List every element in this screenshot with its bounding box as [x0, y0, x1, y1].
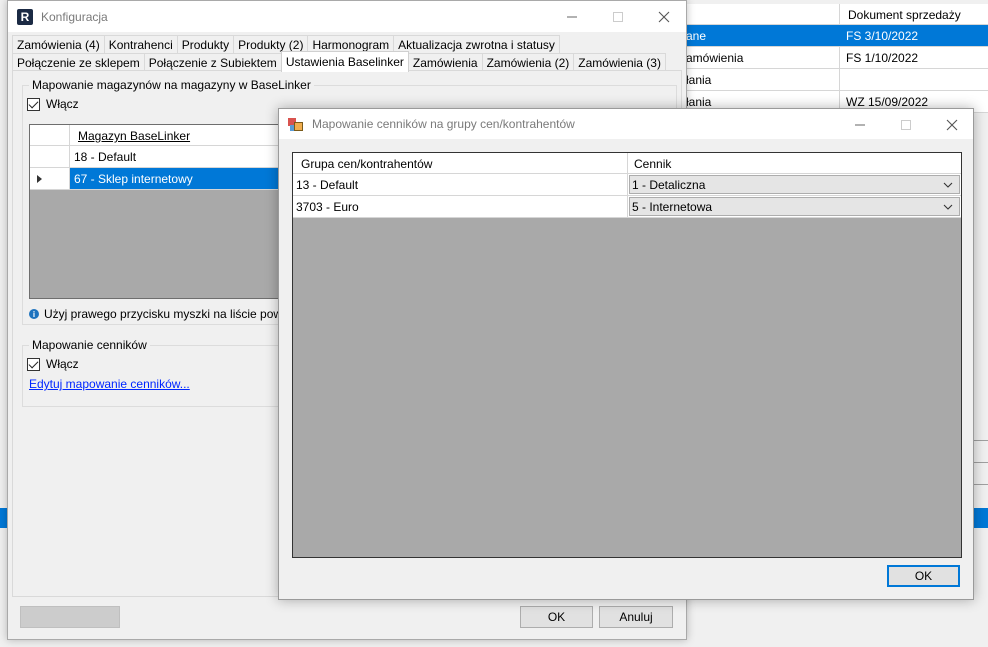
tab-produkty[interactable]: Produkty [176, 35, 235, 53]
ok-button[interactable]: OK [520, 606, 593, 628]
minimize-icon [567, 16, 577, 17]
warehouse-mapping-legend: Mapowanie magazynów na magazyny w BaseLi… [29, 78, 314, 92]
price-dialog-title: Mapowanie cenników na grupy cen/kontrahe… [312, 117, 575, 131]
tabs-row-2: Połączenie ze sklepem Połączenie z Subie… [12, 51, 666, 72]
warehouse-enable-label: Włącz [46, 97, 79, 111]
price-dialog-titlebar[interactable]: Mapowanie cenników na grupy cen/kontrahe… [279, 109, 973, 139]
config-titlebar[interactable]: R Konfiguracja [8, 1, 686, 32]
edit-price-mapping-link[interactable]: Edytuj mapowanie cenników... [29, 377, 190, 391]
table-row[interactable]: ane FS 3/10/2022 [676, 25, 988, 47]
tab-zamowienia-2[interactable]: Zamówienia (2) [481, 53, 575, 71]
maximize-button[interactable] [883, 109, 929, 140]
app-logo-icon: R [17, 8, 33, 25]
price-grid-header: Grupa cen/kontrahentów Cennik [293, 153, 961, 174]
price-enable-label: Włącz [46, 357, 79, 371]
row-header[interactable] [30, 168, 70, 189]
pricelist-combobox[interactable]: 5 - Internetowa [629, 197, 960, 216]
price-group-cell[interactable]: 3703 - Euro [293, 196, 628, 217]
chevron-down-icon [943, 182, 953, 188]
price-group-cell[interactable]: 13 - Default [293, 174, 628, 195]
minimize-icon [855, 124, 865, 125]
chevron-down-icon [943, 204, 953, 210]
pricelist-combobox-value: 5 - Internetowa [632, 199, 713, 214]
minimize-button[interactable] [837, 109, 883, 140]
row-header-corner [30, 125, 70, 145]
close-button[interactable] [929, 109, 975, 140]
maximize-button[interactable] [595, 1, 641, 32]
row-header[interactable] [30, 146, 70, 167]
price-mapping-grid[interactable]: Grupa cen/kontrahentów Cennik 13 - Defau… [292, 152, 962, 558]
warehouse-enable-checkbox[interactable]: Włącz [27, 97, 79, 111]
background-header-cell [676, 4, 840, 24]
table-row[interactable]: łania [676, 69, 988, 91]
column-header-magazyn[interactable]: Magazyn BaseLinker [70, 125, 190, 145]
tab-kontrahenci[interactable]: Kontrahenci [103, 35, 178, 53]
table-row[interactable]: amówienia FS 1/10/2022 [676, 47, 988, 69]
cancel-button[interactable]: Anuluj [599, 606, 673, 628]
pricelist-combobox-value: 1 - Detaliczna [632, 177, 706, 192]
tab-polaczenie-ze-sklepem[interactable]: Połączenie ze sklepem [12, 53, 145, 71]
table-row[interactable]: 3703 - Euro 5 - Internetowa [293, 196, 961, 218]
maximize-icon [901, 119, 911, 130]
background-document-cell: FS 3/10/2022 [846, 29, 919, 43]
close-icon [946, 119, 958, 130]
background-header-document[interactable]: Dokument sprzedaży [840, 4, 988, 24]
tab-polaczenie-z-subiektem[interactable]: Połączenie z Subiektem [143, 53, 282, 71]
background-orders-grid: Dokument sprzedaży ane FS 3/10/2022 amów… [676, 4, 988, 113]
tab-ustawienia-baselinker[interactable]: Ustawienia Baselinker [280, 51, 409, 72]
tab-zamowienia-3[interactable]: Zamówienia (3) [573, 53, 666, 71]
price-mapping-legend: Mapowanie cenników [29, 338, 150, 352]
price-mapping-dialog: Mapowanie cenników na grupy cen/kontrahe… [278, 108, 974, 600]
price-enable-checkbox[interactable]: Włącz [27, 357, 79, 371]
checkbox-checked-icon[interactable] [27, 97, 40, 111]
disabled-button [20, 606, 120, 628]
maximize-icon [613, 11, 623, 22]
tab-aktualizacja-zwrotna[interactable]: Aktualizacja zwrotna i statusy [393, 35, 560, 53]
close-icon [658, 11, 670, 22]
checkbox-checked-icon[interactable] [27, 357, 40, 371]
dialog-ok-button[interactable]: OK [887, 565, 960, 587]
tab-zamowienia-4[interactable]: Zamówienia (4) [12, 35, 105, 53]
info-icon: i [29, 309, 39, 319]
background-status-cell: ane [676, 25, 840, 46]
dialog-app-icon [288, 116, 304, 132]
minimize-button[interactable] [549, 1, 595, 32]
background-document-cell [840, 69, 988, 90]
background-document-cell: FS 1/10/2022 [846, 51, 919, 65]
column-header-grupa[interactable]: Grupa cen/kontrahentów [293, 153, 628, 173]
tab-zamowienia[interactable]: Zamówienia [407, 53, 483, 71]
column-header-cennik[interactable]: Cennik [628, 153, 961, 173]
warehouse-info-hint: i Użyj prawego przycisku myszki na liści… [29, 307, 320, 321]
background-status-cell: amówienia [676, 47, 840, 68]
table-row[interactable]: 13 - Default 1 - Detaliczna [293, 174, 961, 196]
pricelist-combobox[interactable]: 1 - Detaliczna [629, 175, 960, 194]
background-grid-header: Dokument sprzedaży [676, 4, 988, 25]
close-button[interactable] [641, 1, 687, 32]
current-row-arrow-icon [37, 175, 42, 183]
background-status-cell: łania [676, 69, 840, 90]
config-window-title: Konfiguracja [41, 9, 108, 24]
